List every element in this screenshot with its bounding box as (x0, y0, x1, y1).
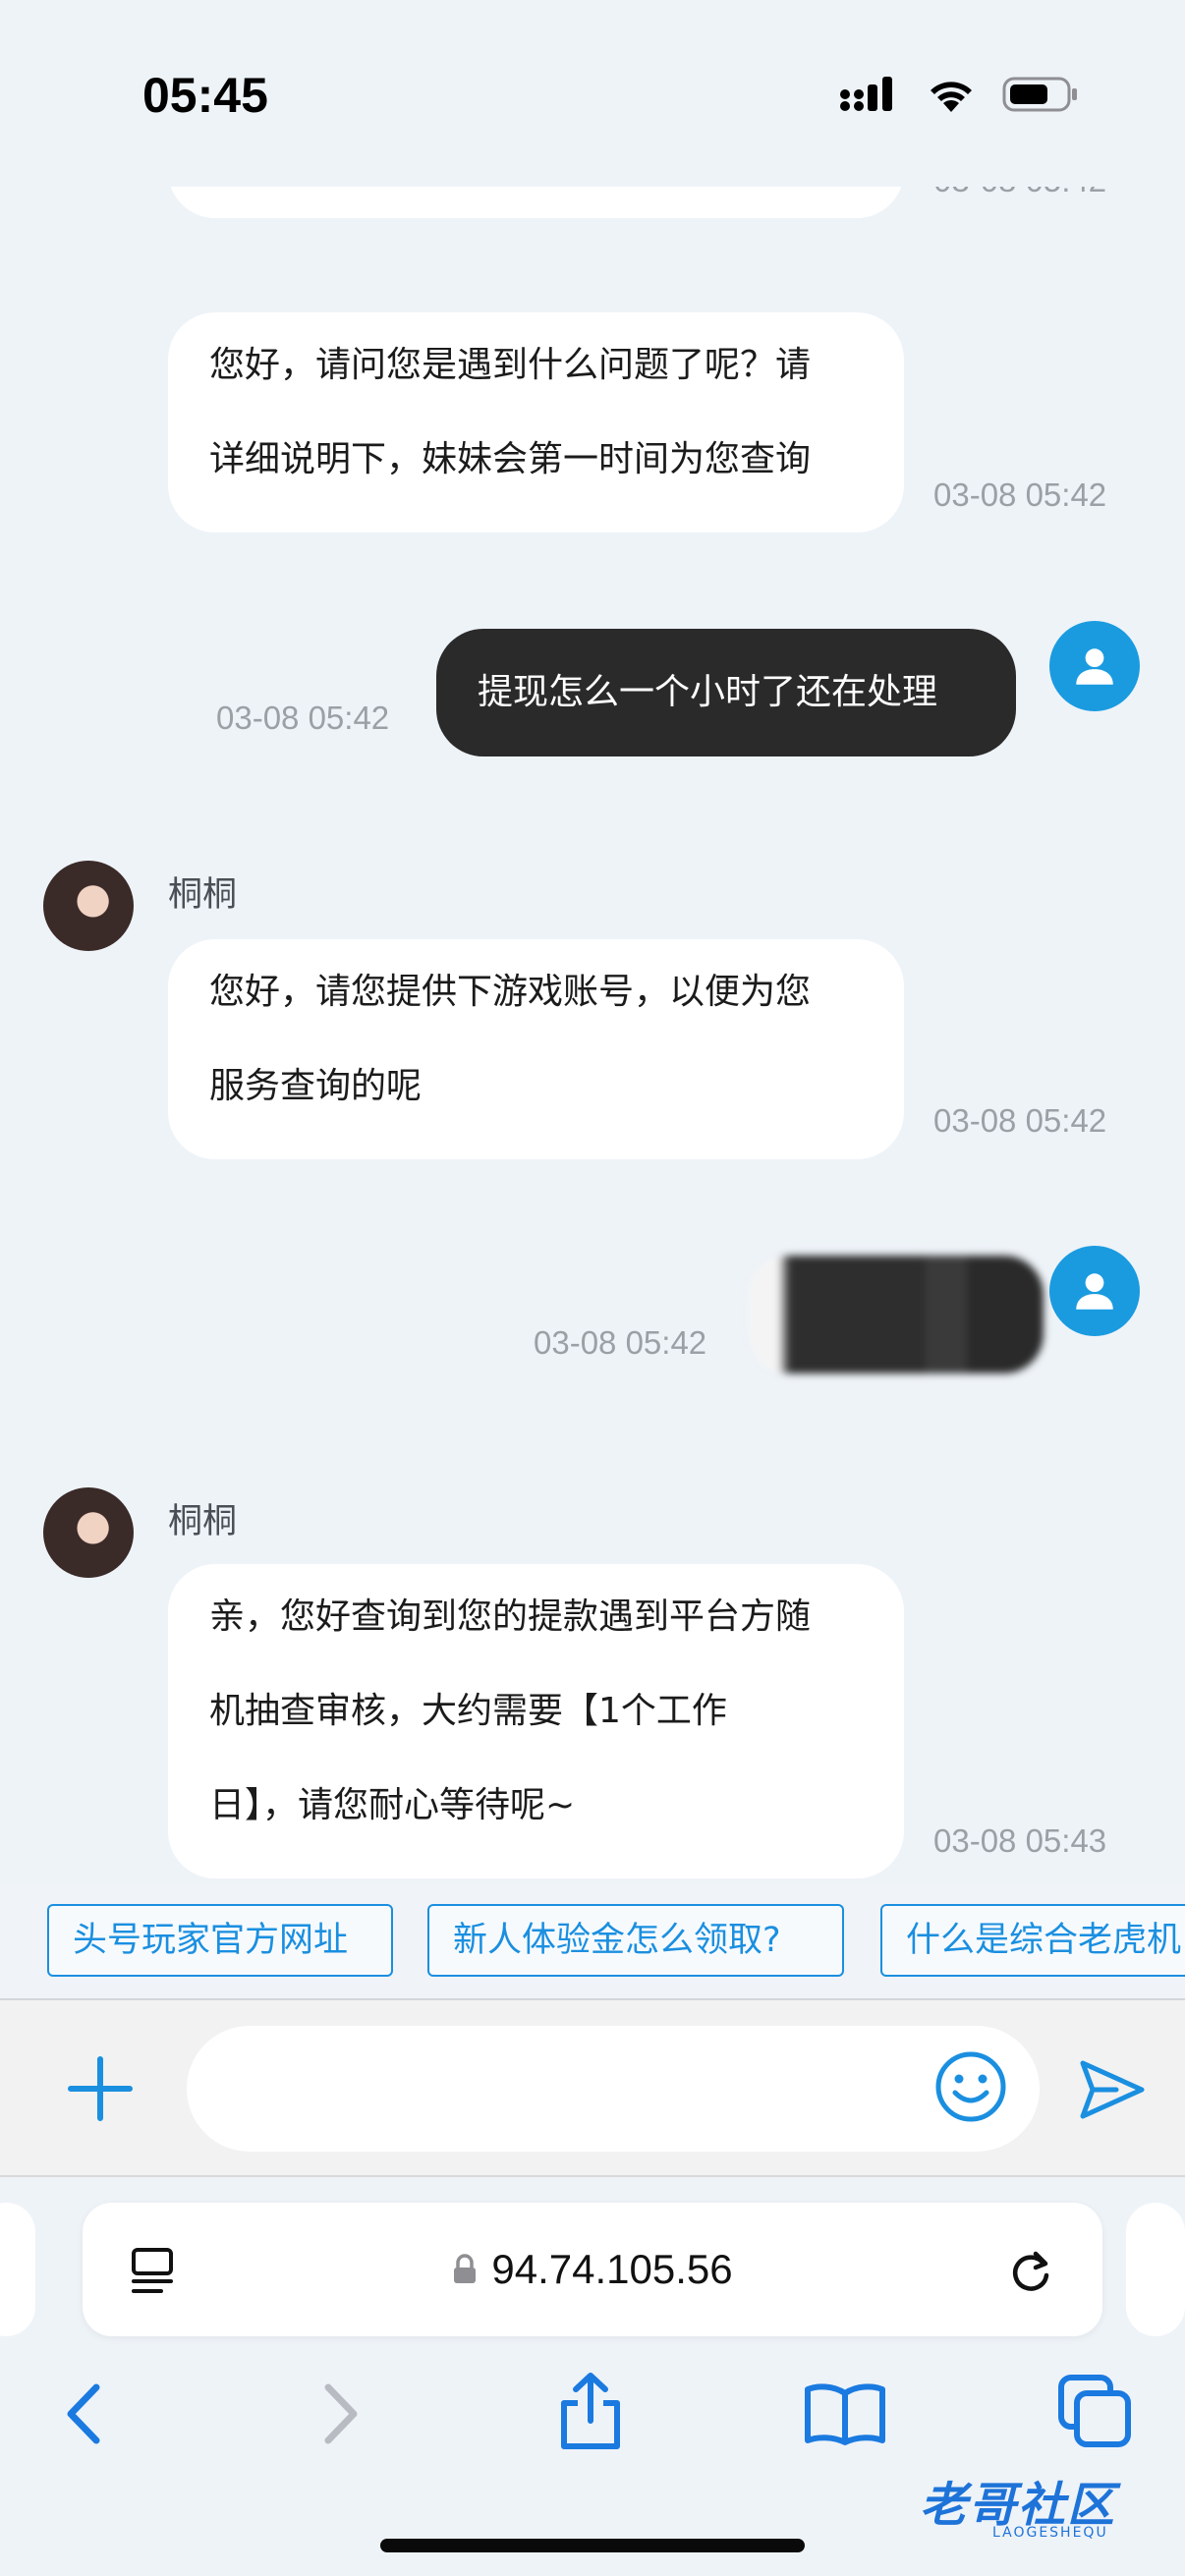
user-avatar (1049, 1246, 1140, 1336)
back-icon[interactable] (59, 2380, 108, 2448)
quick-reply-chip[interactable]: 头号玩家官方网址 (47, 1904, 393, 1977)
emoji-icon[interactable] (933, 2049, 1008, 2124)
quick-reply-chip[interactable]: 新人体验金怎么领取? (427, 1904, 844, 1977)
status-bar: 05:45 (0, 0, 1185, 187)
message-text: 提现怎么一个小时了还在处理 (478, 672, 938, 712)
message-timestamp: 03-08 05:42 (933, 476, 1107, 513)
message-line: 您好，请问您是遇到什么问题了呢？请 (209, 345, 812, 385)
chat-area: 03-08 05:42 您好，请问您是遇到什么问题了呢？请 详细说明下，妹妹会第… (0, 0, 1185, 1882)
cellular-signal-icon (840, 77, 892, 111)
person-icon (1076, 648, 1113, 685)
message-line: 机抽查审核，大约需要【1个工作 (209, 1691, 727, 1731)
message-bubble-agent: 您好，请您提供下游戏账号，以便为您 服务查询的呢 (168, 939, 904, 1159)
message-input[interactable] (187, 2026, 1040, 2152)
wifi-icon (931, 82, 972, 112)
address-bar[interactable]: 94.74.105.56 (83, 2203, 1102, 2336)
battery-icon (1002, 77, 1077, 112)
message-line: 您好，请您提供下游戏账号，以便为您 (209, 972, 812, 1012)
message-line: 详细说明下，妹妹会第一时间为您查询 (209, 439, 812, 479)
home-indicator (380, 2539, 805, 2552)
message-timestamp: 03-08 05:42 (534, 1324, 707, 1361)
message-line: 服务查询的呢 (209, 1066, 423, 1106)
message-bubble-agent: 您好，请问您是遇到什么问题了呢？请 详细说明下，妹妹会第一时间为您查询 (168, 312, 904, 532)
message-timestamp: 03-08 05:43 (933, 1822, 1107, 1859)
plus-icon[interactable] (65, 2053, 136, 2124)
user-avatar (1049, 621, 1140, 711)
message-line: 亲，您好查询到您的提款遇到平台方随 (209, 1596, 812, 1637)
agent-name: 桐桐 (168, 1502, 238, 1541)
bookmarks-icon[interactable] (804, 2380, 886, 2448)
message-bubble-agent: 亲，您好查询到您的提款遇到平台方随 机抽查审核，大约需要【1个工作 日】，请您耐… (168, 1564, 904, 1878)
agent-name: 桐桐 (168, 875, 238, 915)
message-timestamp: 03-08 05:42 (933, 1102, 1107, 1139)
forward-icon[interactable] (316, 2380, 366, 2448)
message-input-bar (0, 2000, 1185, 2177)
redacted-message (749, 1256, 1044, 1373)
url-text: 94.74.105.56 (491, 2246, 733, 2292)
quick-reply-bar: 头号玩家官方网址 新人体验金怎么领取? 什么是综合老虎机 (0, 1882, 1185, 2000)
quick-reply-chip[interactable]: 什么是综合老虎机 (880, 1904, 1185, 1977)
status-icons (839, 75, 1079, 114)
watermark-subtext: LAOGESHEQU (992, 2525, 1108, 2541)
agent-avatar (43, 1487, 134, 1578)
message-bubble-user: 提现怎么一个小时了还在处理 (436, 629, 1016, 756)
message-timestamp: 03-08 05:42 (216, 700, 390, 736)
lock-icon (454, 2254, 477, 2283)
tabs-icon[interactable] (1057, 2374, 1132, 2448)
share-icon[interactable] (556, 2370, 625, 2452)
person-icon (1076, 1273, 1113, 1310)
previous-tab-card[interactable] (0, 2203, 35, 2336)
url-display[interactable]: 94.74.105.56 (83, 2203, 1102, 2336)
send-icon[interactable] (1077, 2057, 1148, 2122)
agent-avatar (43, 861, 134, 951)
status-time: 05:45 (142, 68, 268, 123)
next-tab-card[interactable] (1126, 2203, 1185, 2336)
message-line: 日】，请您耐心等待呢~ (209, 1785, 576, 1825)
reload-icon[interactable] (1006, 2246, 1055, 2297)
